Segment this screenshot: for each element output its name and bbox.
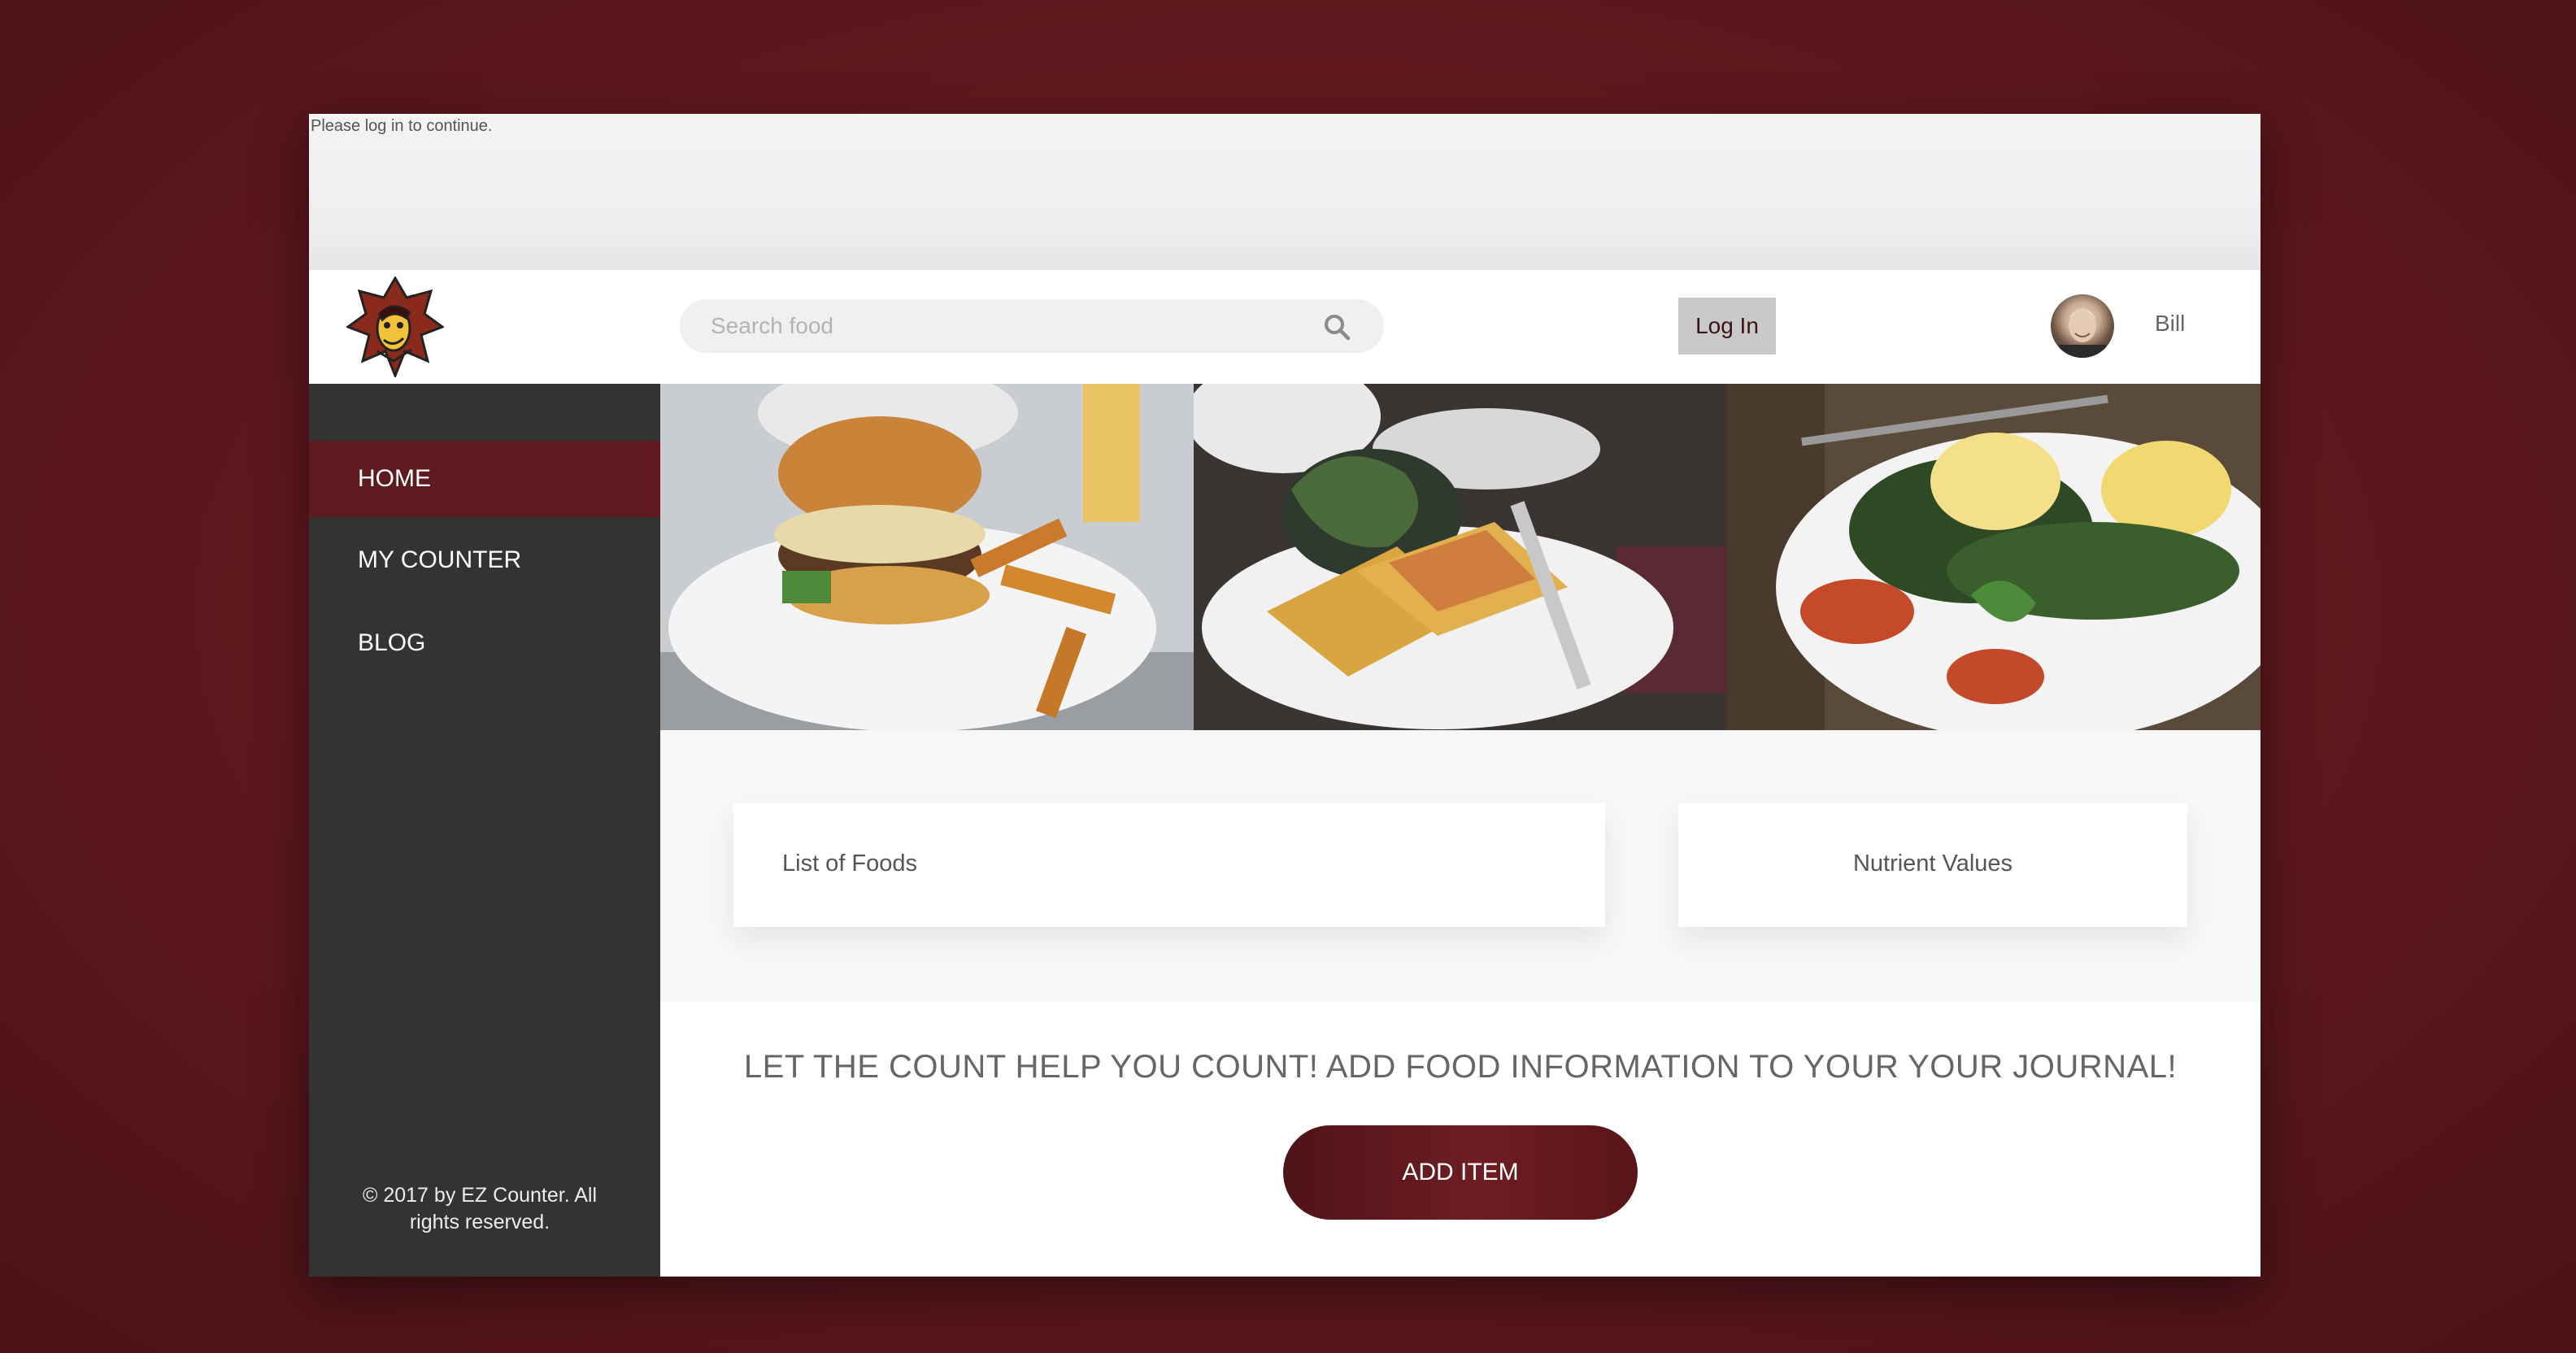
copyright-text: © 2017 by EZ Counter. All rights reserve… [362,1184,598,1233]
count-logo-icon[interactable] [346,276,444,377]
sidebar-item-blog[interactable]: BLOG [309,605,660,681]
user-avatar[interactable] [2051,294,2114,358]
login-notice-text: Please log in to continue. [311,117,493,135]
eggs-benedict-photo [1727,384,2261,730]
sidebar-item-label: HOME [358,465,431,492]
hero-gallery [660,384,2261,730]
sidebar-item-label: MY COUNTER [358,546,522,573]
search-bar[interactable] [680,299,1384,353]
content-area: List of Foods Nutrient Values [660,730,2261,1002]
sidebar-item-label: BLOG [358,629,426,656]
user-photo-icon [2059,308,2106,358]
user-name[interactable]: Bill [2155,311,2185,337]
sidebar-item-home[interactable]: HOME [309,441,660,517]
list-of-foods-card[interactable]: List of Foods [733,803,1605,927]
nutrient-values-label: Nutrient Values [1852,851,2013,877]
search-input[interactable] [711,309,1296,343]
cta-heading: LET THE COUNT HELP YOU COUNT! ADD FOOD I… [743,1049,2178,1085]
sidebar: HOME MY COUNTER BLOG © 2017 by EZ Counte… [309,384,660,1277]
login-notice-bar: Please log in to continue. [309,114,2261,270]
header: Log In Bill [309,270,2261,384]
login-button[interactable]: Log In [1678,298,1776,355]
sidebar-item-my-counter[interactable]: MY COUNTER [309,522,660,598]
list-of-foods-label: List of Foods [782,851,918,877]
nutrient-values-card[interactable]: Nutrient Values [1678,803,2187,927]
add-item-button[interactable]: ADD ITEM [1283,1125,1638,1220]
app-window: Please log in to continue. Log In [309,114,2261,1277]
burger-photo [660,384,1194,730]
wrap-photo [1194,384,1727,730]
search-icon[interactable] [1322,312,1351,342]
